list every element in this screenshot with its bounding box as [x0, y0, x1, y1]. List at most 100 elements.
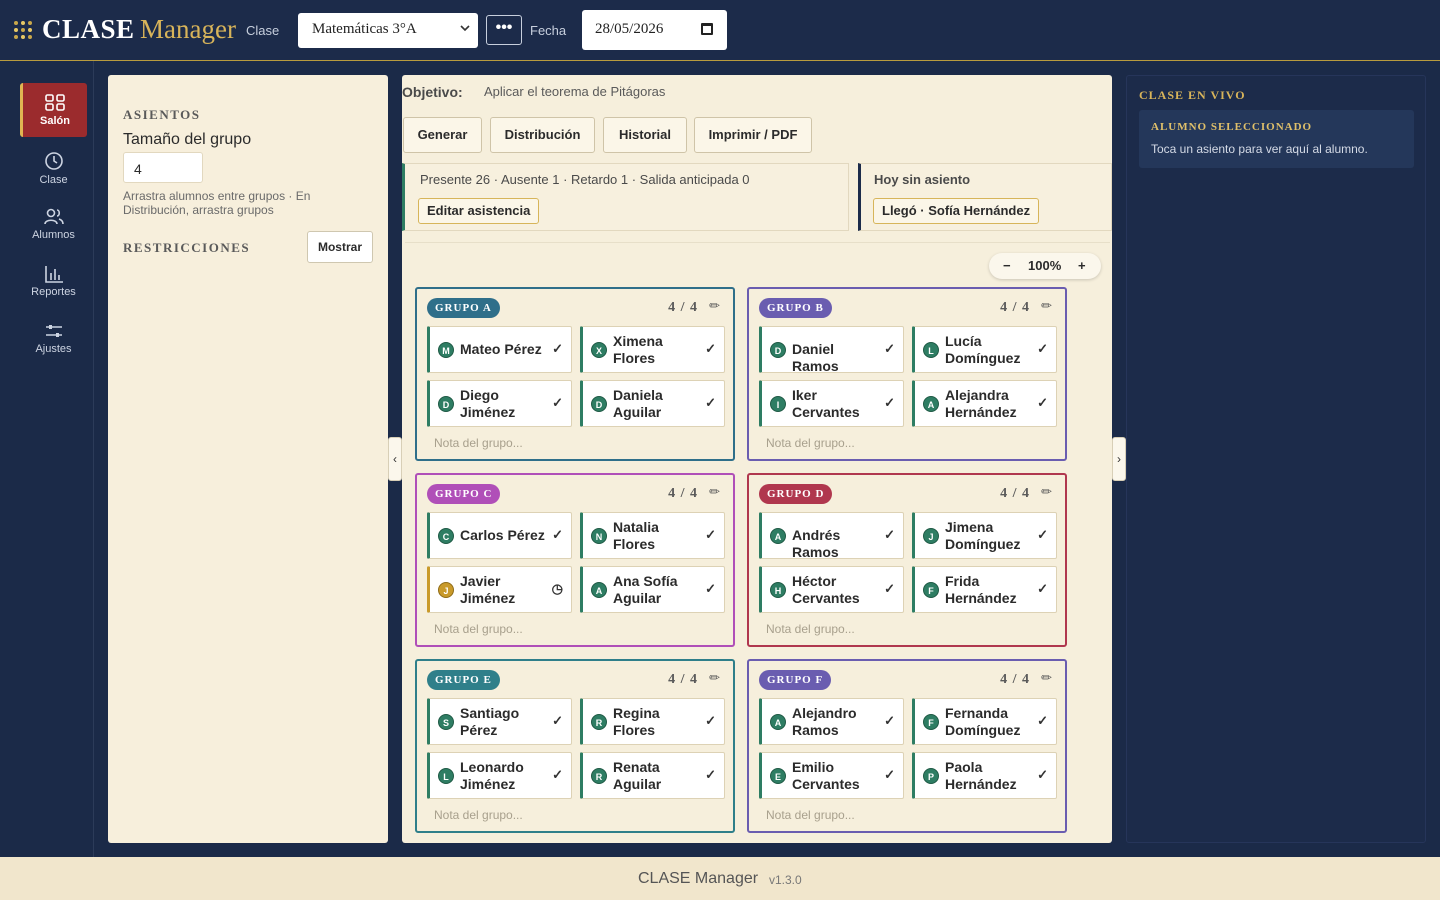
student-seat[interactable]: A Alejandro Ramos ✓ [759, 698, 904, 745]
seat-group[interactable]: GRUPO D 4 / 4 ✏ A Andrés Ramos ✓ J Jimena Domín… [747, 473, 1067, 647]
present-check-icon[interactable]: ✓ [884, 527, 895, 543]
present-check-icon[interactable]: ✓ [1037, 767, 1048, 783]
more-options-button[interactable]: ••• [486, 15, 522, 45]
collapse-left-handle[interactable]: ‹ [388, 437, 402, 481]
group-note-input[interactable]: Nota del grupo... [766, 808, 855, 822]
present-check-icon[interactable]: ✓ [1037, 581, 1048, 597]
collapse-right-handle[interactable]: › [1112, 437, 1126, 481]
present-check-icon[interactable]: ✓ [1037, 527, 1048, 543]
attendance-summary: Presente 26 · Ausente 1 · Retardo 1 · Sa… [402, 163, 849, 231]
student-name: Lucía Domínguez [945, 333, 1021, 366]
seat-group[interactable]: GRUPO F 4 / 4 ✏ A Alejandro Ramos ✓ F Fernanda … [747, 659, 1067, 833]
student-seat[interactable]: I Iker Cervantes ✓ [759, 380, 904, 427]
seat-group[interactable]: GRUPO C 4 / 4 ✏ C Carlos Pérez ✓ N Natalia Flor… [415, 473, 735, 647]
pencil-icon[interactable]: ✏ [709, 670, 720, 686]
brand-name: CLASE [42, 14, 135, 44]
present-check-icon[interactable]: ✓ [1037, 341, 1048, 357]
student-seat[interactable]: D Daniel Ramos ✓ [759, 326, 904, 374]
nav-item-alumnos[interactable]: Alumnos [20, 197, 87, 251]
pencil-icon[interactable]: ✏ [709, 484, 720, 500]
calendar-icon[interactable] [701, 23, 713, 35]
student-seat[interactable]: J Jimena Domínguez ✓ [912, 512, 1057, 559]
present-check-icon[interactable]: ✓ [552, 527, 563, 543]
pencil-icon[interactable]: ✏ [1041, 484, 1052, 500]
group-size-input[interactable]: 4 [123, 152, 203, 183]
student-seat[interactable]: R Regina Flores ✓ [580, 698, 725, 745]
present-check-icon[interactable]: ✓ [705, 527, 716, 543]
student-seat[interactable]: E Emilio Cervantes ✓ [759, 752, 904, 799]
pencil-icon[interactable]: ✏ [709, 298, 720, 314]
present-check-icon[interactable]: ✓ [1037, 395, 1048, 411]
show-restrictions-button[interactable]: Mostrar [307, 231, 373, 263]
group-note-input[interactable]: Nota del grupo... [434, 436, 523, 450]
student-avatar: C [438, 528, 454, 544]
student-seat[interactable]: H Héctor Cervantes ✓ [759, 566, 904, 613]
student-seat[interactable]: S Santiago Pérez ✓ [427, 698, 572, 745]
seat-group[interactable]: GRUPO A 4 / 4 ✏ M Mateo Pérez ✓ X Ximena Flores… [415, 287, 735, 461]
present-check-icon[interactable]: ✓ [884, 341, 895, 357]
present-check-icon[interactable]: ✓ [884, 767, 895, 783]
present-check-icon[interactable]: ✓ [884, 581, 895, 597]
tab-generar[interactable]: Generar [403, 117, 482, 153]
zoom-in-button[interactable]: + [1078, 258, 1086, 273]
present-check-icon[interactable]: ✓ [884, 713, 895, 729]
student-seat[interactable]: D Daniela Aguilar ✓ [580, 380, 725, 427]
seat-group[interactable]: GRUPO B 4 / 4 ✏ D Daniel Ramos ✓ L Lucía Domíng… [747, 287, 1067, 461]
nav-item-reportes[interactable]: Reportes [20, 254, 87, 308]
student-seat[interactable]: L Leonardo Jiménez ✓ [427, 752, 572, 799]
student-seat[interactable]: J Javier Jiménez ◷ [427, 566, 572, 613]
present-check-icon[interactable]: ✓ [884, 395, 895, 411]
group-note-input[interactable]: Nota del grupo... [434, 622, 523, 636]
live-class-title: CLASE EN VIVO [1139, 88, 1246, 102]
present-check-icon[interactable]: ✓ [705, 713, 716, 729]
student-seat[interactable]: F Fernanda Domínguez ✓ [912, 698, 1057, 745]
student-seat[interactable]: M Mateo Pérez ✓ [427, 326, 572, 373]
tab-imprimir[interactable]: Imprimir / PDF [694, 117, 812, 153]
tab-distribucion[interactable]: Distribución [490, 117, 595, 153]
student-seat[interactable]: C Carlos Pérez ✓ [427, 512, 572, 559]
nav-item-clase[interactable]: Clase [20, 140, 87, 194]
present-check-icon[interactable]: ✓ [1037, 713, 1048, 729]
present-check-icon[interactable]: ✓ [705, 341, 716, 357]
late-clock-icon[interactable]: ◷ [552, 581, 563, 597]
student-seat[interactable]: L Lucía Domínguez ✓ [912, 326, 1057, 373]
student-seat[interactable]: A Andrés Ramos ✓ [759, 512, 904, 560]
present-check-icon[interactable]: ✓ [552, 395, 563, 411]
arrived-student-chip[interactable]: Llegó · Sofía Hernández [873, 198, 1040, 224]
present-check-icon[interactable]: ✓ [705, 395, 716, 411]
edit-attendance-button[interactable]: Editar asistencia [418, 198, 540, 224]
nav-item-salon[interactable]: Salón [20, 83, 87, 137]
present-check-icon[interactable]: ✓ [705, 581, 716, 597]
restrictions-title: RESTRICCIONES [123, 240, 251, 255]
student-seat[interactable]: X Ximena Flores ✓ [580, 326, 725, 373]
class-select[interactable]: Matemáticas 3°A [298, 13, 478, 48]
seat-group[interactable]: GRUPO E 4 / 4 ✏ S Santiago Pérez ✓ R Regina Flo… [415, 659, 735, 833]
student-avatar: S [438, 714, 454, 730]
student-seat[interactable]: D Diego Jiménez ✓ [427, 380, 572, 427]
class-label: Clase [246, 23, 280, 38]
zoom-out-button[interactable]: − [1003, 258, 1011, 273]
student-seat[interactable]: N Natalia Flores ✓ [580, 512, 725, 559]
student-seat[interactable]: A Ana Sofía Aguilar ✓ [580, 566, 725, 613]
group-note-input[interactable]: Nota del grupo... [766, 622, 855, 636]
tab-historial[interactable]: Historial [603, 117, 687, 153]
group-note-input[interactable]: Nota del grupo... [766, 436, 855, 450]
student-seat[interactable]: R Renata Aguilar ✓ [580, 752, 725, 799]
present-check-icon[interactable]: ✓ [552, 341, 563, 357]
no-seat-panel: Hoy sin asiento Llegó · Sofía Hernández [858, 163, 1112, 231]
student-seat[interactable]: A Alejandra Hernández ✓ [912, 380, 1057, 427]
student-seat[interactable]: P Paola Hernández ✓ [912, 752, 1057, 799]
nav-item-ajustes[interactable]: Ajustes [20, 311, 87, 365]
date-label: Fecha [530, 23, 567, 38]
drag-hint: Arrastra alumnos entre grupos · En Distr… [123, 189, 311, 217]
student-avatar: D [438, 396, 454, 412]
pencil-icon[interactable]: ✏ [1041, 670, 1052, 686]
present-check-icon[interactable]: ✓ [705, 767, 716, 783]
present-check-icon[interactable]: ✓ [552, 713, 563, 729]
date-field[interactable]: 28/05/2026 [582, 10, 727, 50]
group-note-input[interactable]: Nota del grupo... [434, 808, 523, 822]
student-name: Paola Hernández [945, 759, 1017, 792]
pencil-icon[interactable]: ✏ [1041, 298, 1052, 314]
present-check-icon[interactable]: ✓ [552, 767, 563, 783]
student-seat[interactable]: F Frida Hernández ✓ [912, 566, 1057, 613]
